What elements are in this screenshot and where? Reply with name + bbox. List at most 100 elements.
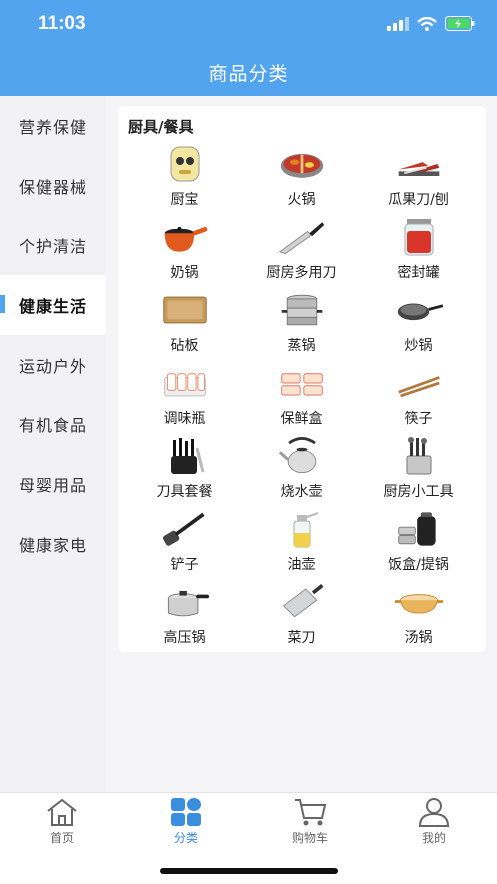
sidebar-item-health-devices[interactable]: 保健器械 <box>0 156 106 216</box>
sidebar-item-label: 运动户外 <box>18 356 87 376</box>
pressure-cooker-icon <box>161 582 209 622</box>
product-label: 密封罐 <box>397 265 440 281</box>
subcategory-grid: 厨宝 火锅 瓜果刀/刨 奶锅 厨房多用刀 密封罐 砧板 蒸锅 炒锅 调味瓶 保鲜… <box>118 144 494 655</box>
tab-label: 我的 <box>421 831 446 845</box>
product-item[interactable]: 火锅 <box>243 144 360 217</box>
user-icon <box>418 798 450 827</box>
product-item[interactable]: 调味瓶 <box>126 363 243 436</box>
product-item[interactable]: 高压锅 <box>126 582 243 655</box>
subcategory-card: 厨具/餐具 厨宝 火锅 瓜果刀/刨 奶锅 厨房多用刀 密封罐 砧板 蒸锅 炒锅 … <box>118 106 486 652</box>
tab-label: 购物车 <box>291 831 328 845</box>
page-title: 商品分类 <box>208 63 289 85</box>
sidebar-item-nutrition[interactable]: 营养保健 <box>0 96 106 156</box>
product-label: 蒸锅 <box>287 338 316 354</box>
tab-home[interactable]: 首页 <box>22 797 102 846</box>
product-label: 油壶 <box>287 557 316 573</box>
sidebar-item-label: 保健器械 <box>18 177 87 197</box>
tab-category[interactable]: 分类 <box>146 797 226 846</box>
tab-cart[interactable]: 购物车 <box>270 797 350 846</box>
wifi-icon <box>417 16 437 31</box>
sidebar-item-health-appliances[interactable]: 健康家电 <box>0 514 106 574</box>
sidebar-item-label: 营养保健 <box>18 117 87 137</box>
status-time: 11:03 <box>38 13 86 34</box>
product-item[interactable]: 保鲜盒 <box>243 363 360 436</box>
app-header: 11:03 商品分类 <box>0 0 497 96</box>
home-icon <box>47 798 77 826</box>
chopsticks-icon <box>395 363 443 403</box>
tab-profile[interactable]: 我的 <box>394 797 474 846</box>
water-heater-icon <box>161 144 209 184</box>
product-item[interactable]: 厨房多用刀 <box>243 217 360 290</box>
product-item[interactable]: 厨宝 <box>126 144 243 217</box>
product-item[interactable]: 筷子 <box>360 363 477 436</box>
spatula-icon <box>161 509 209 549</box>
product-item[interactable]: 汤锅 <box>360 582 477 655</box>
sidebar-item-label: 母婴用品 <box>18 475 87 495</box>
product-label: 炒锅 <box>404 338 433 354</box>
sidebar-item-label: 健康生活 <box>18 296 87 316</box>
milk-pot-icon <box>161 217 209 257</box>
product-label: 筷子 <box>404 411 433 427</box>
lunch-box-icon <box>395 509 443 549</box>
product-label: 高压锅 <box>163 630 206 646</box>
category-sidebar: 营养保健 保健器械 个护清洁 健康生活 运动户外 有机食品 母婴用品 健康家电 <box>0 96 106 792</box>
food-container-icon <box>278 363 326 403</box>
kettle-icon <box>278 436 326 476</box>
product-label: 汤锅 <box>404 630 433 646</box>
product-label: 饭盒/提锅 <box>388 557 449 573</box>
seasoning-jar-icon <box>161 363 209 403</box>
product-label: 铲子 <box>170 557 199 573</box>
cleaver-icon <box>278 582 326 622</box>
category-icon <box>171 798 201 826</box>
product-item[interactable]: 饭盒/提锅 <box>360 509 477 582</box>
product-item[interactable]: 奶锅 <box>126 217 243 290</box>
tab-label: 分类 <box>173 831 198 845</box>
sidebar-item-sports-outdoor[interactable]: 运动户外 <box>0 335 106 395</box>
sidebar-item-baby-products[interactable]: 母婴用品 <box>0 454 106 514</box>
sealed-jar-icon <box>395 217 443 257</box>
kitchen-knife-icon <box>278 217 326 257</box>
status-icons <box>387 16 475 31</box>
sidebar-item-healthy-living[interactable]: 健康生活 <box>0 275 106 335</box>
product-label: 砧板 <box>170 338 199 354</box>
knife-set-icon <box>161 436 209 476</box>
tab-label: 首页 <box>49 831 74 845</box>
product-label: 菜刀 <box>287 630 316 646</box>
cart-icon <box>295 799 327 826</box>
product-item[interactable]: 铲子 <box>126 509 243 582</box>
product-label: 刀具套餐 <box>156 484 213 500</box>
product-label: 调味瓶 <box>163 411 206 427</box>
sidebar-item-organic-food[interactable]: 有机食品 <box>0 394 106 454</box>
sidebar-item-label: 个护清洁 <box>18 237 87 257</box>
product-item[interactable]: 瓜果刀/刨 <box>360 144 477 217</box>
product-item[interactable]: 油壶 <box>243 509 360 582</box>
sidebar-item-personal-care[interactable]: 个护清洁 <box>0 215 106 275</box>
steamer-icon <box>278 290 326 330</box>
product-label: 厨房多用刀 <box>266 265 337 281</box>
product-item[interactable]: 刀具套餐 <box>126 436 243 509</box>
product-label: 瓜果刀/刨 <box>388 192 449 208</box>
hotpot-icon <box>278 144 326 184</box>
sidebar-item-label: 有机食品 <box>18 416 87 436</box>
signal-icon <box>387 16 409 31</box>
product-item[interactable]: 砧板 <box>126 290 243 363</box>
product-item[interactable]: 菜刀 <box>243 582 360 655</box>
cutting-board-icon <box>161 290 209 330</box>
soup-pot-icon <box>394 582 443 622</box>
product-label: 烧水壶 <box>280 484 323 500</box>
category-content: 厨具/餐具 厨宝 火锅 瓜果刀/刨 奶锅 厨房多用刀 密封罐 砧板 蒸锅 炒锅 … <box>106 96 497 792</box>
home-indicator[interactable] <box>160 868 338 874</box>
product-label: 奶锅 <box>170 265 199 281</box>
fruit-knife-icon <box>395 144 443 184</box>
product-label: 火锅 <box>287 192 316 208</box>
product-label: 厨宝 <box>170 192 199 208</box>
product-label: 保鲜盒 <box>280 411 323 427</box>
product-item[interactable]: 炒锅 <box>360 290 477 363</box>
product-item[interactable]: 厨房小工具 <box>360 436 477 509</box>
product-item[interactable]: 密封罐 <box>360 217 477 290</box>
sidebar-item-label: 健康家电 <box>18 535 87 555</box>
product-item[interactable]: 蒸锅 <box>243 290 360 363</box>
product-item[interactable]: 烧水壶 <box>243 436 360 509</box>
kitchen-tools-icon <box>395 436 443 476</box>
wok-icon <box>395 290 443 330</box>
